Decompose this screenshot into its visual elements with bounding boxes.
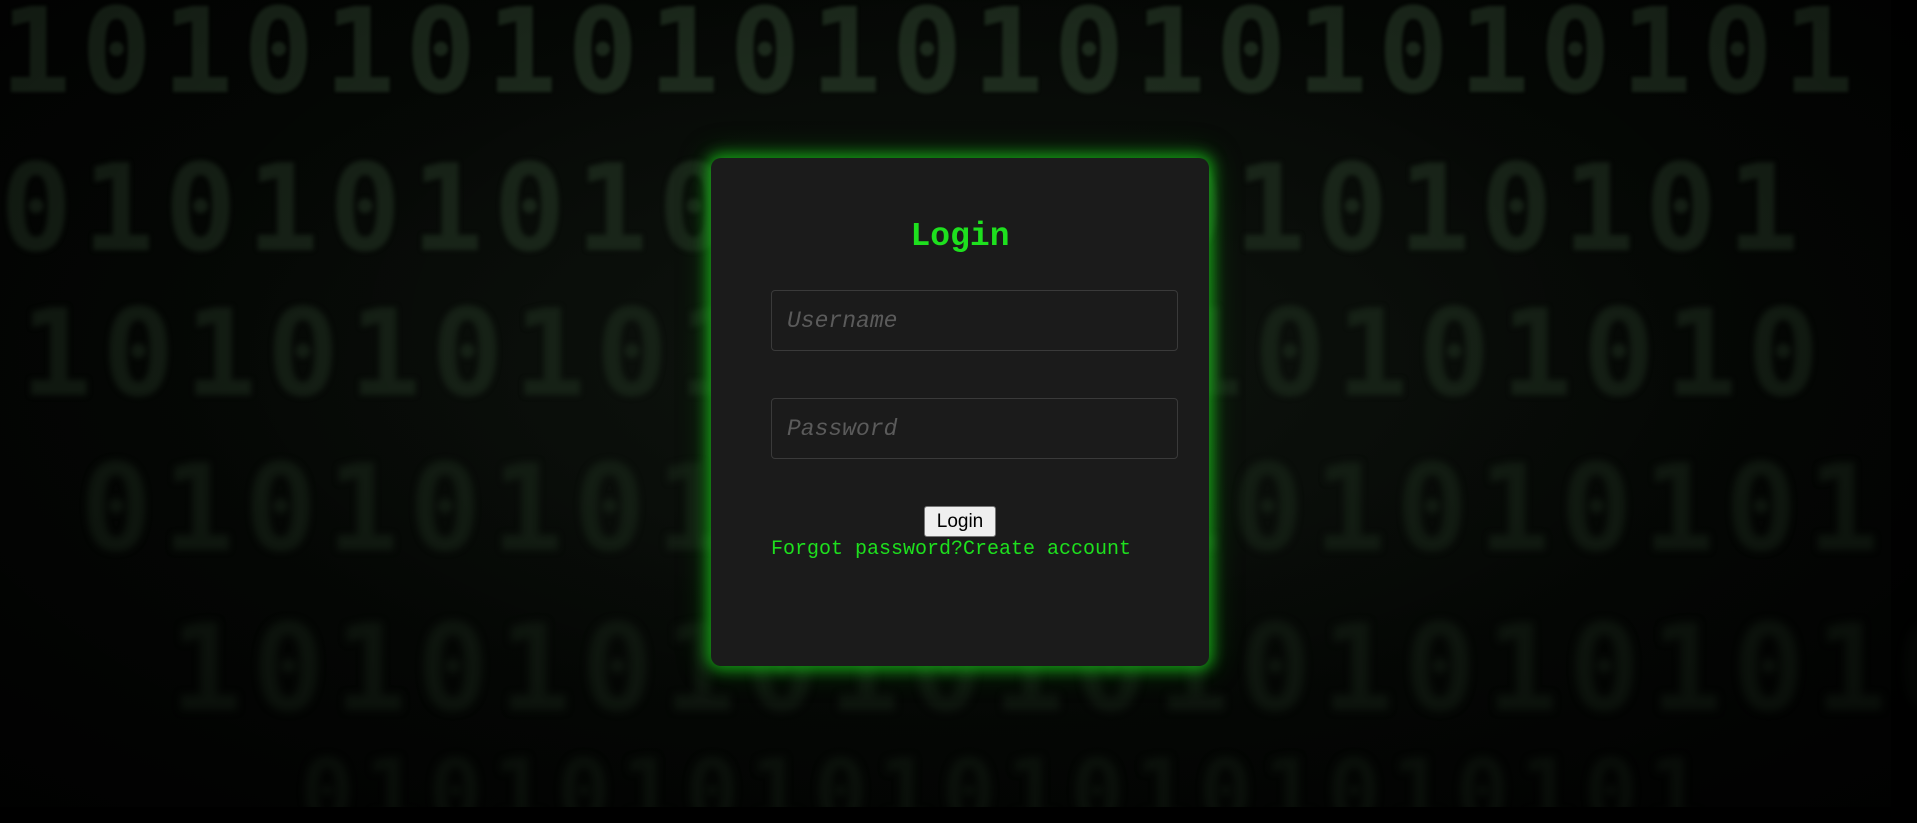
password-input[interactable]: [771, 398, 1178, 459]
bottom-edge-strip: [0, 807, 1917, 823]
binary-digits-row: 10101010101010101010101: [0, 0, 1864, 120]
forgot-password-link[interactable]: Forgot password?: [771, 538, 963, 561]
create-account-link[interactable]: Create account: [963, 538, 1131, 561]
right-edge-shade: [1891, 0, 1917, 807]
login-button[interactable]: Login: [924, 506, 996, 537]
login-title: Login: [910, 218, 1010, 255]
account-links: Forgot password?Create account: [771, 538, 1131, 561]
page-background: 10101010101010101010101 0101010101010101…: [0, 0, 1917, 807]
username-input[interactable]: [771, 290, 1178, 351]
login-card: Login Login Forgot password?Create accou…: [711, 158, 1209, 666]
binary-digits-row: 0101010101010101010101: [300, 740, 1713, 807]
